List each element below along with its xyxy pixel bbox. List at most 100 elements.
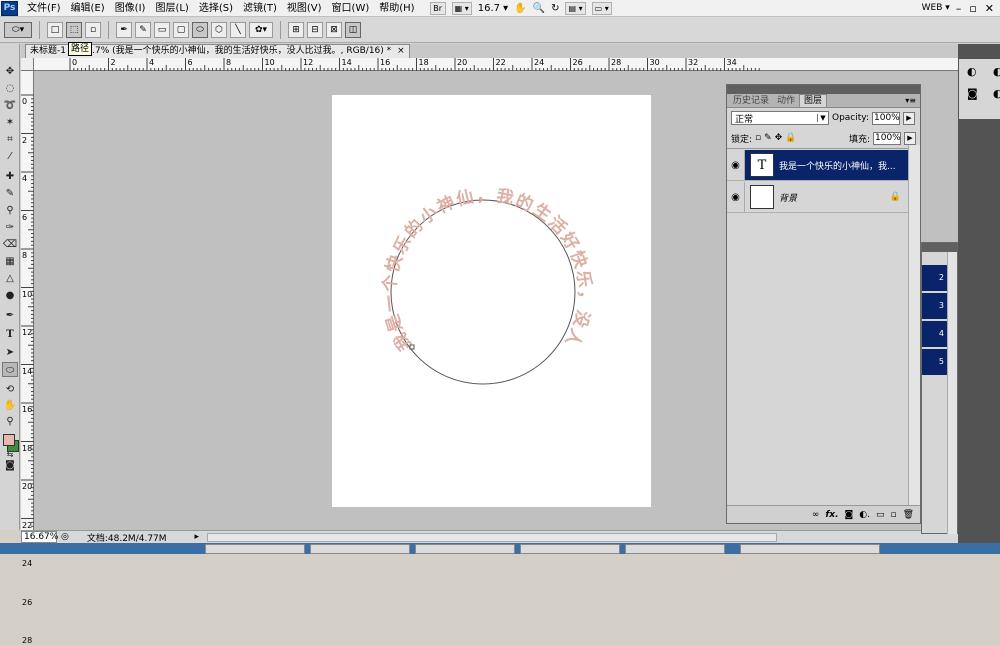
- screen-mode-button[interactable]: ▭ ▾: [591, 1, 612, 15]
- paths-mode-icon[interactable]: ⬚: [66, 21, 82, 38]
- add-mask-icon[interactable]: ◙: [844, 510, 853, 520]
- fill-input[interactable]: 100%: [873, 131, 901, 145]
- rounded-rectangle-icon[interactable]: ▢: [173, 21, 189, 38]
- adjustments-icon[interactable]: ◐: [967, 65, 977, 78]
- new-group-icon[interactable]: ▭: [876, 510, 885, 520]
- masks-icon[interactable]: ◙: [967, 87, 978, 100]
- history-brush-icon[interactable]: ✑: [2, 220, 18, 235]
- view-extras-button[interactable]: ▦ ▾: [451, 1, 472, 15]
- combine-subtract-icon[interactable]: ⊟: [307, 21, 323, 38]
- ruler-origin[interactable]: [21, 58, 34, 71]
- close-icon[interactable]: ✕: [985, 2, 994, 15]
- lock-image-icon[interactable]: ✎: [764, 133, 772, 143]
- taskbar-item[interactable]: [520, 544, 620, 554]
- zoom-tool-icon[interactable]: ⚲: [2, 414, 18, 429]
- fill-pixels-icon[interactable]: ▫: [85, 21, 101, 38]
- clone-stamp-icon[interactable]: ⚲: [2, 203, 18, 218]
- lock-position-icon[interactable]: ✥: [775, 133, 783, 143]
- collapsed-panel-scrollbar[interactable]: [947, 252, 957, 534]
- type-tool-icon[interactable]: T: [2, 327, 18, 342]
- swatches-icon[interactable]: ◐: [993, 87, 1000, 100]
- blur-tool-icon[interactable]: △: [2, 271, 18, 286]
- eraser-icon[interactable]: ⌫: [2, 237, 18, 252]
- freeform-pen-icon[interactable]: ✎: [135, 21, 151, 38]
- lock-all-icon[interactable]: 🔒: [785, 133, 796, 143]
- color-icon[interactable]: ◐: [993, 65, 1000, 78]
- magic-wand-icon[interactable]: ✶: [2, 115, 18, 130]
- quick-mask-icon[interactable]: ◙: [2, 458, 18, 473]
- workspace-switcher[interactable]: WEB ▾: [922, 3, 956, 13]
- document-canvas[interactable]: 我是一个快乐的小神仙，我的生活好快乐，没人比过我。: [332, 95, 651, 507]
- zoom-level-dropdown[interactable]: 16.7 ▾: [478, 3, 508, 14]
- healing-brush-icon[interactable]: ✚: [2, 169, 18, 184]
- tab-actions[interactable]: 动作: [773, 95, 799, 107]
- menu-filter[interactable]: 滤镜(T): [238, 0, 282, 17]
- gradient-tool-icon[interactable]: ▦: [2, 254, 18, 269]
- rectangle-icon[interactable]: ▭: [154, 21, 170, 38]
- 3d-rotate-icon[interactable]: ⟲: [2, 382, 18, 397]
- menu-help[interactable]: 帮助(H): [374, 0, 419, 17]
- menu-select[interactable]: 选择(S): [194, 0, 238, 17]
- opacity-arrow-icon[interactable]: ▶: [903, 111, 915, 125]
- hand-tool-icon[interactable]: ✋: [514, 3, 526, 14]
- crop-tool-icon[interactable]: ⌗: [2, 132, 18, 147]
- status-arrow-icon[interactable]: ▸: [195, 532, 200, 542]
- dodge-tool-icon[interactable]: ●: [2, 288, 18, 303]
- panel-list-item[interactable]: 5: [922, 349, 947, 375]
- menu-edit[interactable]: 编辑(E): [66, 0, 110, 17]
- horizontal-scrollbar[interactable]: [207, 532, 778, 542]
- tab-history[interactable]: 历史记录: [729, 95, 773, 107]
- visibility-eye-icon[interactable]: ◉: [727, 182, 745, 212]
- move-tool-icon[interactable]: ✥: [2, 64, 18, 79]
- pen-tool-icon[interactable]: ✒: [2, 308, 18, 323]
- text-on-path-artwork[interactable]: 我是一个快乐的小神仙，我的生活好快乐，没人比过我。: [332, 95, 651, 507]
- zoom-input[interactable]: 16.67%: [21, 531, 58, 543]
- panel-list-item[interactable]: 2: [922, 265, 947, 291]
- pen-icon[interactable]: ✒: [116, 21, 132, 38]
- menu-window[interactable]: 窗口(W): [327, 0, 375, 17]
- trash-icon[interactable]: 🗑: [903, 510, 914, 520]
- menu-view[interactable]: 视图(V): [282, 0, 327, 17]
- taskbar-item[interactable]: [625, 544, 725, 554]
- layer-row-background[interactable]: ◉ 背景 🔒: [727, 182, 909, 213]
- ellipse-icon[interactable]: ⬭: [192, 21, 208, 38]
- link-layers-icon[interactable]: ∞: [812, 510, 820, 520]
- taskbar-item[interactable]: [740, 544, 880, 554]
- horizontal-ruler[interactable]: 0 2 4 6 8 10 12 14 16 18 20 22 24 26 28 30 32 34: [34, 58, 958, 71]
- layers-panel-titlebar[interactable]: [727, 85, 920, 94]
- panel-list-item[interactable]: 3: [922, 293, 947, 319]
- panel-list-item[interactable]: 4: [922, 321, 947, 347]
- polygon-icon[interactable]: ⬡: [211, 21, 227, 38]
- vertical-ruler[interactable]: 0 2 4 6 8 10 12 14 16 18 20 22 24 26 28: [21, 58, 34, 645]
- combine-intersect-icon[interactable]: ⊠: [326, 21, 342, 38]
- lock-transparent-icon[interactable]: ▫: [755, 133, 761, 143]
- new-layer-icon[interactable]: ▫: [890, 510, 896, 520]
- foreground-color-swatch[interactable]: [3, 434, 15, 446]
- line-icon[interactable]: ╲: [230, 21, 246, 38]
- taskbar-item[interactable]: [415, 544, 515, 554]
- lasso-tool-icon[interactable]: ➰: [2, 98, 18, 113]
- bridge-button[interactable]: Br: [429, 1, 446, 15]
- brush-tool-icon[interactable]: ✎: [2, 186, 18, 201]
- adjustment-layer-icon[interactable]: ◐.: [859, 510, 870, 520]
- zoom-tool-icon[interactable]: 🔍: [533, 3, 545, 14]
- taskbar-item[interactable]: [205, 544, 305, 554]
- opacity-input[interactable]: 100%: [872, 111, 900, 125]
- combine-exclude-icon[interactable]: ◫: [345, 21, 361, 38]
- restore-icon[interactable]: ▫: [969, 2, 976, 15]
- fx-icon[interactable]: fx.: [825, 510, 838, 520]
- custom-shape-icon[interactable]: ✿▾: [249, 21, 273, 38]
- close-tab-icon[interactable]: ×: [397, 45, 405, 58]
- menu-layer[interactable]: 图层(L): [150, 0, 193, 17]
- eyedropper-icon[interactable]: ⁄: [2, 149, 18, 164]
- panel-menu-icon[interactable]: ▾≡: [905, 96, 916, 105]
- path-selection-icon[interactable]: ➤: [2, 345, 18, 360]
- rotate-view-icon[interactable]: ↻: [551, 3, 559, 14]
- hand-tool-icon[interactable]: ✋: [2, 398, 18, 413]
- visibility-eye-icon[interactable]: ◉: [727, 150, 745, 180]
- tool-preset-picker[interactable]: ⬭▾: [4, 21, 32, 38]
- tab-layers[interactable]: 图层: [799, 94, 828, 107]
- status-menu-icon[interactable]: ◎: [61, 532, 69, 542]
- shape-layers-icon[interactable]: □: [47, 21, 63, 38]
- layers-scrollbar[interactable]: [908, 145, 920, 507]
